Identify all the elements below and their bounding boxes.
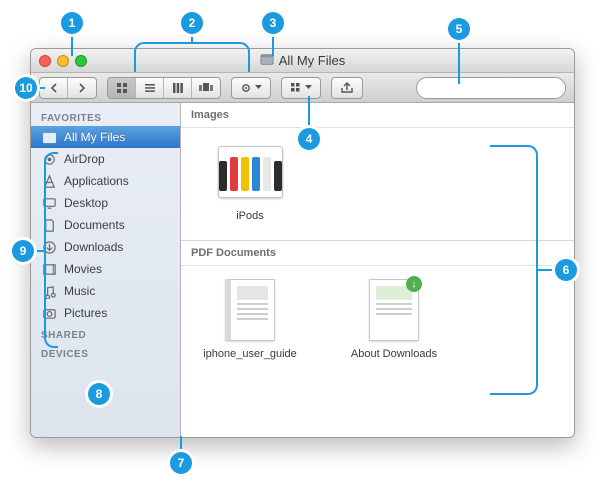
- file-label: iPods: [236, 210, 264, 222]
- coverflow-icon: [199, 82, 213, 94]
- callout-leader: [538, 269, 555, 271]
- chevron-left-icon: [49, 83, 59, 93]
- sidebar-item-all-my-files[interactable]: All My Files: [31, 126, 180, 148]
- share-button[interactable]: [331, 77, 363, 99]
- forward-button[interactable]: [68, 78, 96, 98]
- columns-icon: [172, 82, 184, 94]
- view-list-button[interactable]: [136, 78, 164, 98]
- callout-7: 7: [170, 452, 192, 474]
- minimize-button[interactable]: [57, 55, 69, 67]
- sidebar-item-label: Movies: [64, 262, 102, 276]
- chevron-right-icon: [77, 83, 87, 93]
- view-icon-button[interactable]: [108, 78, 136, 98]
- sidebar-item-label: All My Files: [64, 130, 125, 144]
- document-icon: ↓: [369, 279, 419, 341]
- chevron-down-icon: [305, 85, 312, 90]
- download-badge-icon: ↓: [406, 276, 422, 292]
- close-button[interactable]: [39, 55, 51, 67]
- action-menu[interactable]: [231, 77, 271, 99]
- callout-3: 3: [262, 12, 284, 34]
- view-column-button[interactable]: [164, 78, 192, 98]
- sidebar-section-favorites: FAVORITES: [31, 107, 180, 126]
- callout-6: 6: [555, 259, 577, 281]
- arrange-menu[interactable]: [281, 77, 321, 99]
- window-controls: [39, 55, 87, 67]
- sidebar-item-label: Documents: [64, 218, 125, 232]
- callout-leader: [191, 34, 193, 43]
- callout-leader: [37, 87, 45, 89]
- sidebar-item-label: AirDrop: [64, 152, 105, 166]
- sidebar-item-label: Applications: [64, 174, 129, 188]
- window-title: All My Files: [31, 52, 574, 69]
- sidebar-item-label: Downloads: [64, 240, 123, 254]
- callout-1: 1: [61, 12, 83, 34]
- sidebar-item-label: Music: [64, 284, 95, 298]
- sidebar-item-label: Pictures: [64, 306, 107, 320]
- callout-9: 9: [12, 240, 34, 262]
- callout-brace: [134, 42, 250, 72]
- search-field[interactable]: [416, 77, 566, 99]
- pdf-thumbnail: ↓: [362, 278, 426, 342]
- gear-icon: [240, 82, 252, 94]
- file-label: iphone_user_guide: [203, 348, 297, 360]
- document-icon: [225, 279, 275, 341]
- view-switcher: [107, 77, 221, 99]
- callout-leader: [33, 250, 45, 252]
- search-input[interactable]: [428, 81, 575, 95]
- share-icon: [340, 82, 354, 94]
- callout-leader: [308, 96, 310, 128]
- grid-icon: [116, 82, 128, 94]
- chevron-down-icon: [255, 85, 262, 90]
- callout-10: 10: [15, 77, 37, 99]
- sidebar-item-label: Desktop: [64, 196, 108, 210]
- file-item[interactable]: iPods: [195, 140, 305, 222]
- nav-buttons: [39, 77, 97, 99]
- file-label: About Downloads: [351, 348, 437, 360]
- window-title-text: All My Files: [279, 53, 345, 68]
- callout-leader: [458, 40, 460, 84]
- callout-brace: [490, 145, 538, 395]
- group-header-images: Images: [181, 103, 574, 128]
- pdf-thumbnail: [218, 278, 282, 342]
- callout-4: 4: [298, 128, 320, 150]
- callout-5: 5: [448, 18, 470, 40]
- callout-brace: [44, 152, 58, 348]
- file-item[interactable]: iphone_user_guide: [195, 278, 305, 360]
- all-my-files-icon: [41, 129, 57, 145]
- callout-leader: [180, 436, 182, 453]
- callout-leader: [71, 34, 73, 56]
- callout-leader: [272, 34, 274, 56]
- image-thumbnail: [218, 140, 282, 204]
- view-coverflow-button[interactable]: [192, 78, 220, 98]
- file-item[interactable]: ↓ About Downloads: [339, 278, 449, 360]
- callout-8: 8: [88, 383, 110, 405]
- arrange-icon: [290, 82, 302, 94]
- ipods-icon: [218, 146, 283, 198]
- list-icon: [144, 82, 156, 94]
- callout-2: 2: [181, 12, 203, 34]
- titlebar: All My Files: [31, 49, 574, 73]
- zoom-button[interactable]: [75, 55, 87, 67]
- toolbar: [31, 73, 574, 103]
